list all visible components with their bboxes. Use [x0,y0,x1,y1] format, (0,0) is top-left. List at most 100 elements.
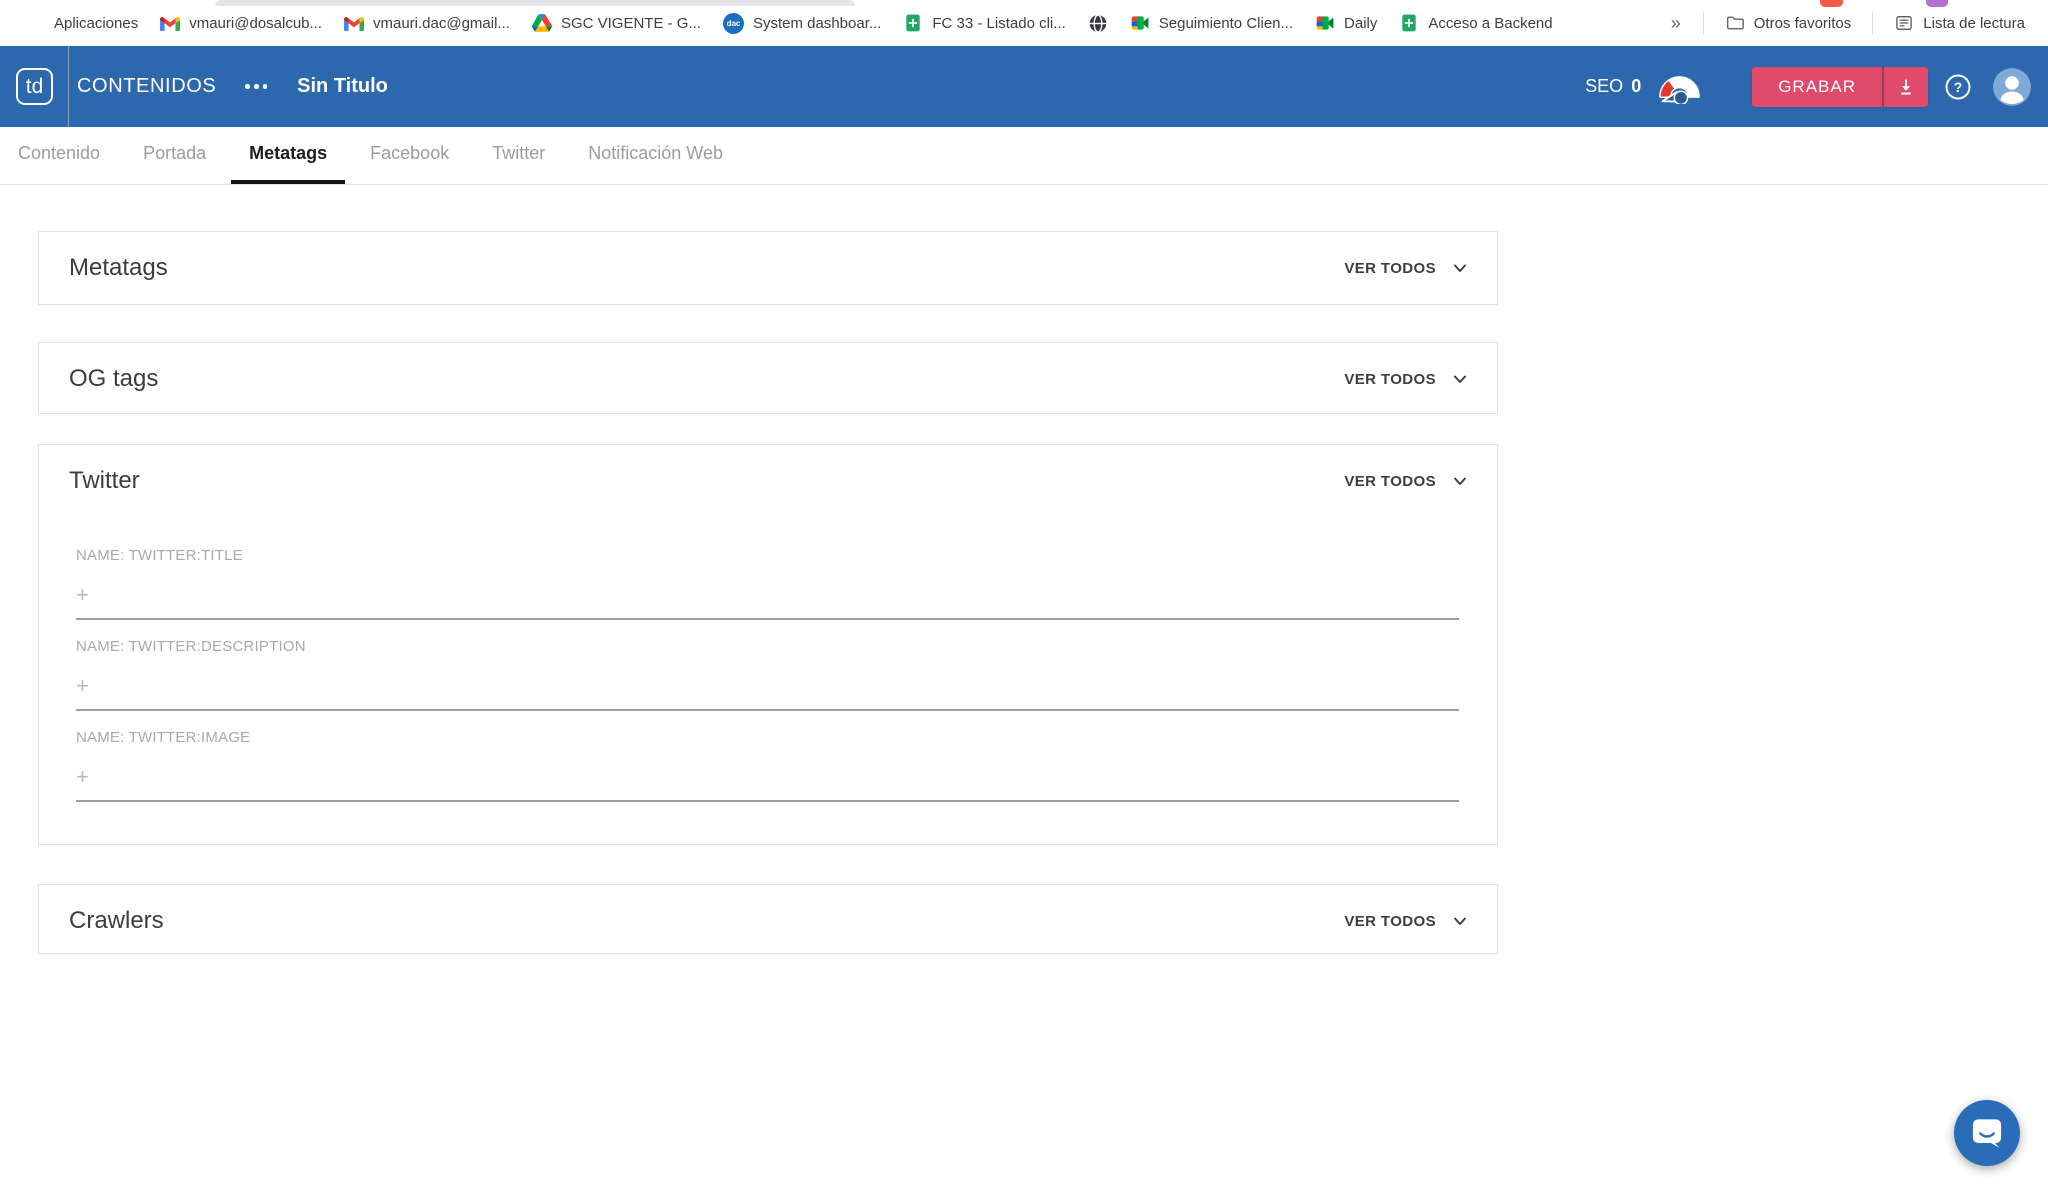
add-value-button[interactable]: + [76,675,96,697]
chevron-down-icon [1454,917,1466,925]
ver-todos-label: VER TODOS [1344,370,1436,388]
sheets-icon [903,13,923,33]
seo-label: SEO [1585,76,1624,96]
section-title: Metatags [69,254,168,281]
download-button[interactable] [1882,66,1928,107]
bookmark-aplicaciones[interactable]: Aplicaciones [14,5,149,41]
meet-icon [1315,13,1335,33]
bookmarks-overflow-chevron[interactable]: » [1659,13,1693,34]
extension-icon-sliver [1926,0,1948,7]
bookmark-label: Daily [1344,14,1378,32]
download-icon [1901,79,1911,95]
bookmark-gmail-2[interactable]: vmauri.dac@gmail... [333,5,521,41]
bookmark-drive[interactable]: SGC VIGENTE - G... [521,5,712,41]
tab-portada[interactable]: Portada [125,127,224,184]
td-logo[interactable]: td [16,68,53,105]
seo-score: SEO 0 [1585,76,1641,97]
app-header: td CONTENIDOS Sin Titulo SEO 0 GRABAR ? [0,46,2048,127]
section-crawlers: Crawlers VER TODOS [38,884,1498,954]
bookmark-acceso-backend[interactable]: Acceso a Backend [1388,5,1563,41]
bookmark-label: vmauri.dac@gmail... [373,14,510,32]
section-metatags: Metatags VER TODOS [38,231,1498,305]
divider [1872,12,1874,34]
svg-text:?: ? [1954,79,1963,95]
chat-launcher-button[interactable] [1954,1100,2020,1166]
section-title: OG tags [69,365,159,392]
tab-facebook[interactable]: Facebook [352,127,467,184]
field-twitter-image: NAME: TWITTER:IMAGE + [76,729,1459,802]
tab-metatags[interactable]: Metatags [231,127,346,184]
chevron-down-icon [1454,264,1466,272]
drive-icon [531,13,552,33]
apps-grid-icon [25,13,45,33]
tab-bar: Contenido Portada Metatags Facebook Twit… [0,127,2048,185]
section-header: Metatags VER TODOS [39,232,1497,304]
header-actions: SEO 0 GRABAR ? [1585,66,2031,107]
other-favorites-label: Otros favoritos [1753,14,1852,32]
field-twitter-title: NAME: TWITTER:TITLE + [76,547,1459,620]
divider [1702,12,1704,34]
section-header: OG tags VER TODOS [39,343,1497,415]
ver-todos-button[interactable]: VER TODOS [1344,259,1469,277]
add-value-button[interactable]: + [76,584,96,606]
tab-notificacion-web[interactable]: Notificación Web [570,127,741,184]
bookmark-label: Seguimiento Clien... [1158,14,1294,32]
avatar[interactable] [1993,67,2031,106]
chevron-down-icon [1454,477,1466,485]
more-menu-icon[interactable] [243,78,269,95]
page-title: Sin Titulo [297,75,388,97]
add-value-button[interactable]: + [76,766,96,788]
help-icon[interactable]: ? [1944,73,1972,101]
tab-contenido[interactable]: Contenido [0,127,118,184]
ver-todos-button[interactable]: VER TODOS [1344,912,1469,930]
browser-tab-strip-sliver [215,0,855,6]
field-label: NAME: TWITTER:TITLE [76,547,243,564]
meet-icon [1130,13,1150,33]
section-title: Crawlers [69,907,164,934]
chat-bubble-icon [1972,1119,2002,1148]
bookmarks-right-group: » Otros favoritos Lista de lectura [1659,5,2036,41]
section-twitter: Twitter VER TODOS NAME: TWITTER:TITLE + … [38,444,1498,845]
bookmark-label: Acceso a Backend [1428,14,1553,32]
save-button-group: GRABAR [1752,66,1928,107]
ver-todos-button[interactable]: VER TODOS [1344,472,1469,490]
reading-list-label: Lista de lectura [1923,14,2025,32]
field-twitter-description: NAME: TWITTER:DESCRIPTION + [76,638,1459,711]
bookmark-fc33[interactable]: FC 33 - Listado cli... [892,5,1076,41]
section-title: Twitter [69,467,140,494]
bookmark-label: System dashboar... [752,14,882,32]
tab-twitter[interactable]: Twitter [474,127,563,184]
bookmark-daily[interactable]: Daily [1304,5,1388,41]
bookmark-label: SGC VIGENTE - G... [560,14,701,32]
ver-todos-label: VER TODOS [1344,259,1436,277]
folder-icon [1725,13,1745,33]
reading-list-button[interactable]: Lista de lectura [1883,5,2036,41]
other-favorites-button[interactable]: Otros favoritos [1714,5,1863,41]
bookmark-label: vmauri@dosalcub... [189,14,322,32]
gmail-icon [344,13,364,33]
extension-icon-sliver [1820,0,1843,7]
bookmark-label: Aplicaciones [54,14,139,32]
ver-todos-button[interactable]: VER TODOS [1344,370,1469,388]
bookmark-label: FC 33 - Listado cli... [932,14,1066,32]
section-header: Crawlers VER TODOS [39,885,1497,957]
chevron-down-icon [1454,375,1466,383]
reading-list-icon [1894,13,1914,33]
section-header: Twitter VER TODOS [39,445,1497,517]
bookmark-system-dashboard[interactable]: dac System dashboar... [712,5,892,41]
save-button[interactable]: GRABAR [1752,66,1882,107]
bookmark-gmail-1[interactable]: vmauri@dosalcub... [149,5,333,41]
sheets-icon [1399,13,1419,33]
twitter-fields: NAME: TWITTER:TITLE + NAME: TWITTER:DESC… [39,517,1497,802]
screen: Aplicaciones vmauri@dosalcub... vmauri.d… [0,0,2048,1195]
header-divider [68,46,69,127]
bookmarks-bar: Aplicaciones vmauri@dosalcub... vmauri.d… [0,0,2048,46]
seo-gauge-icon [1659,75,1701,104]
globe-icon [1088,13,1108,33]
seo-value: 0 [1631,76,1642,96]
field-label: NAME: TWITTER:IMAGE [76,729,251,746]
ver-todos-label: VER TODOS [1344,472,1436,490]
bookmark-seguimiento[interactable]: Seguimiento Clien... [1119,5,1304,41]
bookmark-globe[interactable] [1077,5,1119,41]
section-title: CONTENIDOS [77,75,217,97]
